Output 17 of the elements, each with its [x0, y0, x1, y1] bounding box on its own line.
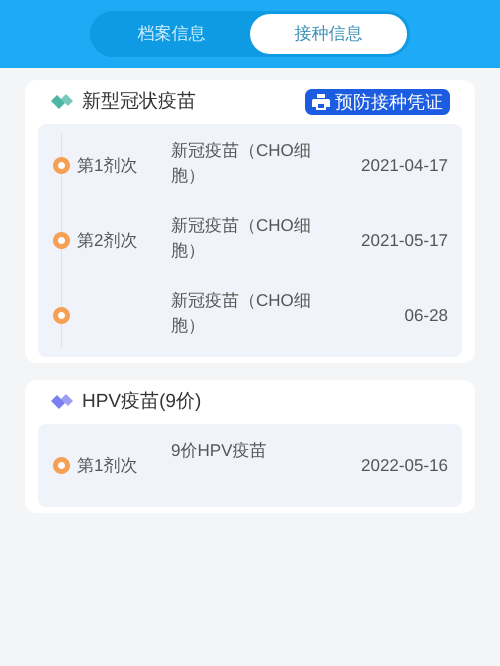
vaccine-name: 新冠疫苗（CHO细胞）: [171, 215, 312, 262]
vaccine-name: 新冠疫苗（CHO细胞）: [171, 290, 312, 337]
dose-label: 第2剂次: [77, 230, 138, 252]
dose-label: 第1剂次: [77, 154, 138, 177]
section-title: HPV疫苗(9价): [82, 390, 202, 414]
section-title: 新型冠状疫苗: [82, 90, 196, 114]
tab[interactable]: 档案信息: [93, 14, 250, 54]
vaccine-name: 新冠疫苗（CHO细胞）: [171, 140, 312, 187]
tab[interactable]: 接种信息: [250, 14, 407, 54]
printer-icon: [312, 94, 330, 110]
date-text: 2021-04-17: [361, 154, 448, 177]
dose-label: 第1剂次: [77, 454, 138, 477]
date-text: 2022-05-16: [361, 454, 448, 477]
date-text: 06-28: [404, 304, 448, 327]
date-text: 2021-05-17: [361, 230, 448, 252]
certificate-button[interactable]: 预防接种凭证: [305, 89, 450, 115]
vaccine-name: 9价HPV疫苗: [171, 440, 268, 462]
